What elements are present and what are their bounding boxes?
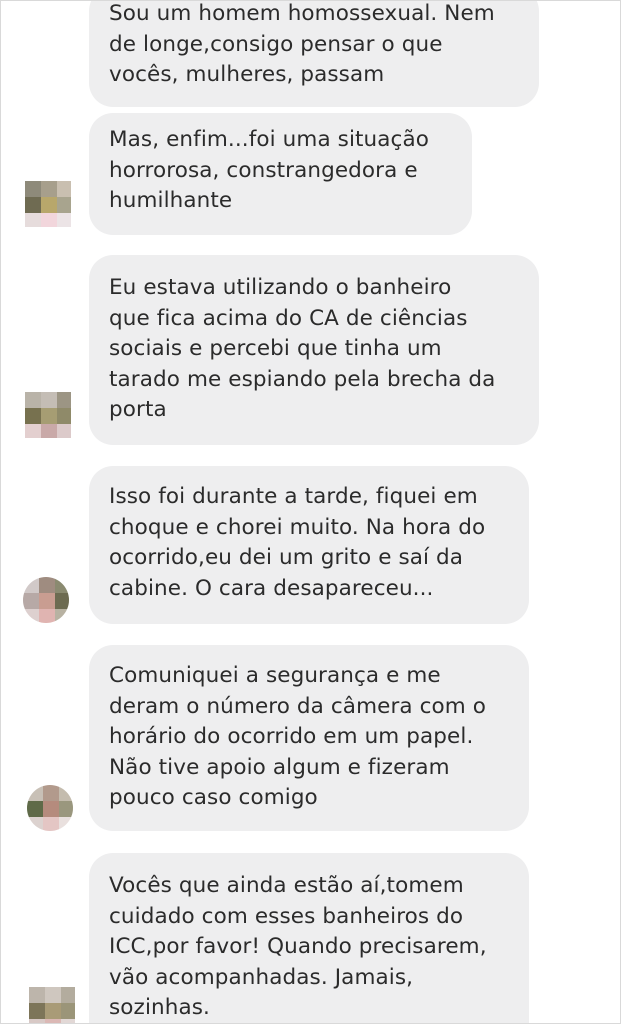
message-line: Vocês que ainda estão aí,tomem — [109, 873, 464, 898]
message-line: Mas, enfim...foi uma situação — [109, 127, 430, 152]
message-line: Isso foi durante a tarde, fiquei em — [109, 484, 478, 509]
message-bubble: Isso foi durante a tarde, fiquei em choq… — [89, 466, 529, 624]
message-line: pouco caso comigo — [109, 785, 318, 810]
sender-avatar[interactable] — [25, 181, 71, 227]
message-line: cabine. O cara desapareceu... — [109, 575, 434, 601]
chat-conversation: Sou um homem homossexual. Nem de longe,c… — [0, 0, 621, 1024]
sender-avatar[interactable] — [23, 577, 69, 623]
message-line: ICC,por favor! Quando precisarem, — [109, 934, 487, 959]
message-bubble: Comuniquei a segurança e me deram o núme… — [89, 645, 529, 831]
message-line: sozinhas. — [109, 995, 210, 1020]
message-line: ocorrido,eu dei um grito e saí da — [109, 545, 464, 570]
message-bubble: Eu estava utilizando o banheiro que fica… — [89, 255, 539, 445]
sender-avatar[interactable] — [29, 987, 75, 1023]
message-line: cuidado com esses banheiros do — [109, 903, 464, 929]
message-line: sociais e percebi que tinha um — [109, 336, 442, 361]
sender-avatar[interactable] — [25, 392, 71, 438]
message-bubble: Mas, enfim...foi uma situação horrorosa,… — [89, 113, 472, 235]
message-bubble: Vocês que ainda estão aí,tomem cuidado c… — [89, 853, 529, 1023]
message-bubble: Sou um homem homossexual. Nem de longe,c… — [89, 1, 539, 107]
message-line: tarado me espiando pela brecha da — [109, 366, 496, 392]
message-line: choque e chorei muito. Na hora do — [109, 514, 486, 540]
sender-avatar[interactable] — [27, 785, 73, 831]
message-line: Eu estava utilizando o banheiro — [109, 275, 452, 300]
message-line: horrorosa, constrangedora e — [109, 157, 418, 183]
message-line: Comuniquei a segurança e me — [109, 663, 441, 688]
message-line: vão acompanhadas. Jamais, — [109, 964, 414, 990]
message-line: vocês, mulheres, passam — [109, 62, 385, 87]
message-line: que fica acima do CA de ciências — [109, 305, 468, 331]
message-line: Sou um homem homossexual. Nem — [109, 1, 495, 26]
message-line: porta — [109, 397, 167, 422]
message-line: humilhante — [109, 188, 233, 213]
message-line: Não tive apoio algum e fizeram — [109, 754, 450, 780]
message-line: horário do ocorrido em um papel. — [109, 724, 474, 749]
message-line: deram o número da câmera com o — [109, 693, 487, 719]
message-line: de longe,consigo pensar o que — [109, 31, 443, 57]
